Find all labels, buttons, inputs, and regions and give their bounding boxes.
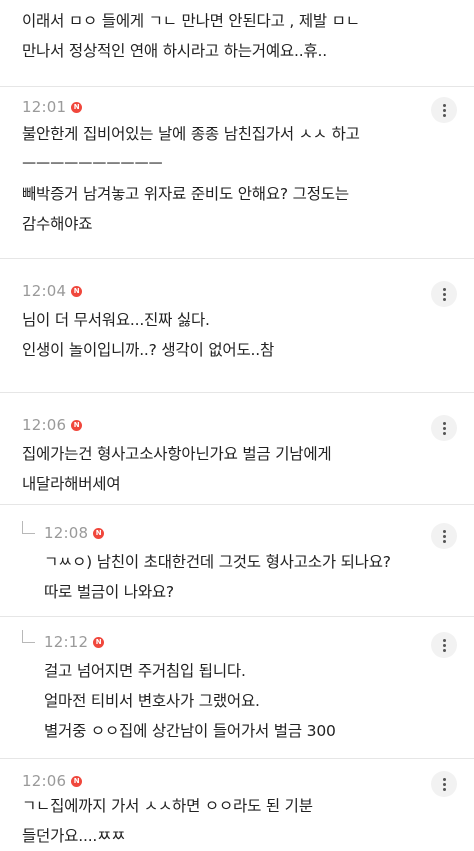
comment-meta: 12:04 N (22, 282, 83, 300)
new-badge-icon: N (93, 636, 105, 648)
comment-meta: 12:08 N (44, 524, 105, 542)
reply-item: 12:08 N ㄱㅆㅇ) 남친이 초대한건데 그것도 형사고소가 되나요? 따로… (0, 504, 474, 616)
reply-item: 12:12 N 걸고 넘어지면 주거침입 됩니다. 얼마전 티비서 변호사가 그… (0, 616, 474, 758)
comment-text: ㄱㅆㅇ) 남친이 초대한건데 그것도 형사고소가 되나요? 따로 벌금이 나와요… (44, 553, 391, 601)
comment-item: 12:04 N 님이 더 무서워요...진짜 싫다. 인생이 놀이입니까..? … (0, 258, 474, 392)
more-vertical-icon[interactable] (431, 632, 457, 658)
new-badge-icon: N (71, 285, 83, 297)
comment-text: 걸고 넘어지면 주거침입 됩니다. 얼마전 티비서 변호사가 그랬어요. 별거중… (44, 662, 336, 740)
more-vertical-icon[interactable] (431, 97, 457, 123)
comment-time: 12:08 (44, 524, 89, 542)
reply-arrow-icon (22, 521, 35, 534)
more-vertical-icon[interactable] (431, 523, 457, 549)
comment-item: 12:01 N 불안한게 집비어있는 날에 종종 남친집가서 ㅅㅅ 하고 ㅡㅡㅡ… (0, 86, 474, 258)
comment-item: 이래서 ㅁㅇ 들에게 ㄱㄴ 만나면 안된다고 , 제발 ㅁㄴ 만나서 정상적인 … (0, 0, 474, 86)
new-badge-icon: N (71, 101, 83, 113)
comment-text: 불안한게 집비어있는 날에 종종 남친집가서 ㅅㅅ 하고 ㅡㅡㅡㅡㅡㅡㅡㅡㅡㅡ … (22, 125, 360, 233)
comment-feed: 이래서 ㅁㅇ 들에게 ㄱㄴ 만나면 안된다고 , 제발 ㅁㄴ 만나서 정상적인 … (0, 0, 474, 845)
comment-meta: 12:06 N (22, 772, 83, 790)
more-vertical-icon[interactable] (431, 415, 457, 441)
comment-time: 12:04 (22, 282, 67, 300)
comment-text: 이래서 ㅁㅇ 들에게 ㄱㄴ 만나면 안된다고 , 제발 ㅁㄴ 만나서 정상적인 … (22, 12, 360, 60)
new-badge-icon: N (71, 419, 83, 431)
comment-time: 12:12 (44, 633, 89, 651)
more-vertical-icon[interactable] (431, 281, 457, 307)
new-badge-icon: N (93, 527, 105, 539)
comment-time: 12:06 (22, 772, 67, 790)
more-vertical-icon[interactable] (431, 771, 457, 797)
comment-meta: 12:06 N (22, 416, 83, 434)
comment-item: 12:06 N ㄱㄴ집에까지 가서 ㅅㅅ하면 ㅇㅇ라도 된 기분 들던가요...… (0, 758, 474, 845)
comment-text: 집에가는건 형사고소사항아닌가요 벌금 기남에게 내달라해버세여 (22, 445, 332, 493)
comment-text: 님이 더 무서워요...진짜 싫다. 인생이 놀이입니까..? 생각이 없어도.… (22, 311, 275, 359)
comment-time: 12:06 (22, 416, 67, 434)
comment-text: ㄱㄴ집에까지 가서 ㅅㅅ하면 ㅇㅇ라도 된 기분 들던가요....ㅉㅉ (22, 797, 313, 845)
comment-item: 12:06 N 집에가는건 형사고소사항아닌가요 벌금 기남에게 내달라해버세여 (0, 392, 474, 504)
comment-time: 12:01 (22, 98, 67, 116)
comment-meta: 12:01 N (22, 98, 83, 116)
reply-arrow-icon (22, 630, 35, 643)
new-badge-icon: N (71, 775, 83, 787)
comment-meta: 12:12 N (44, 633, 105, 651)
